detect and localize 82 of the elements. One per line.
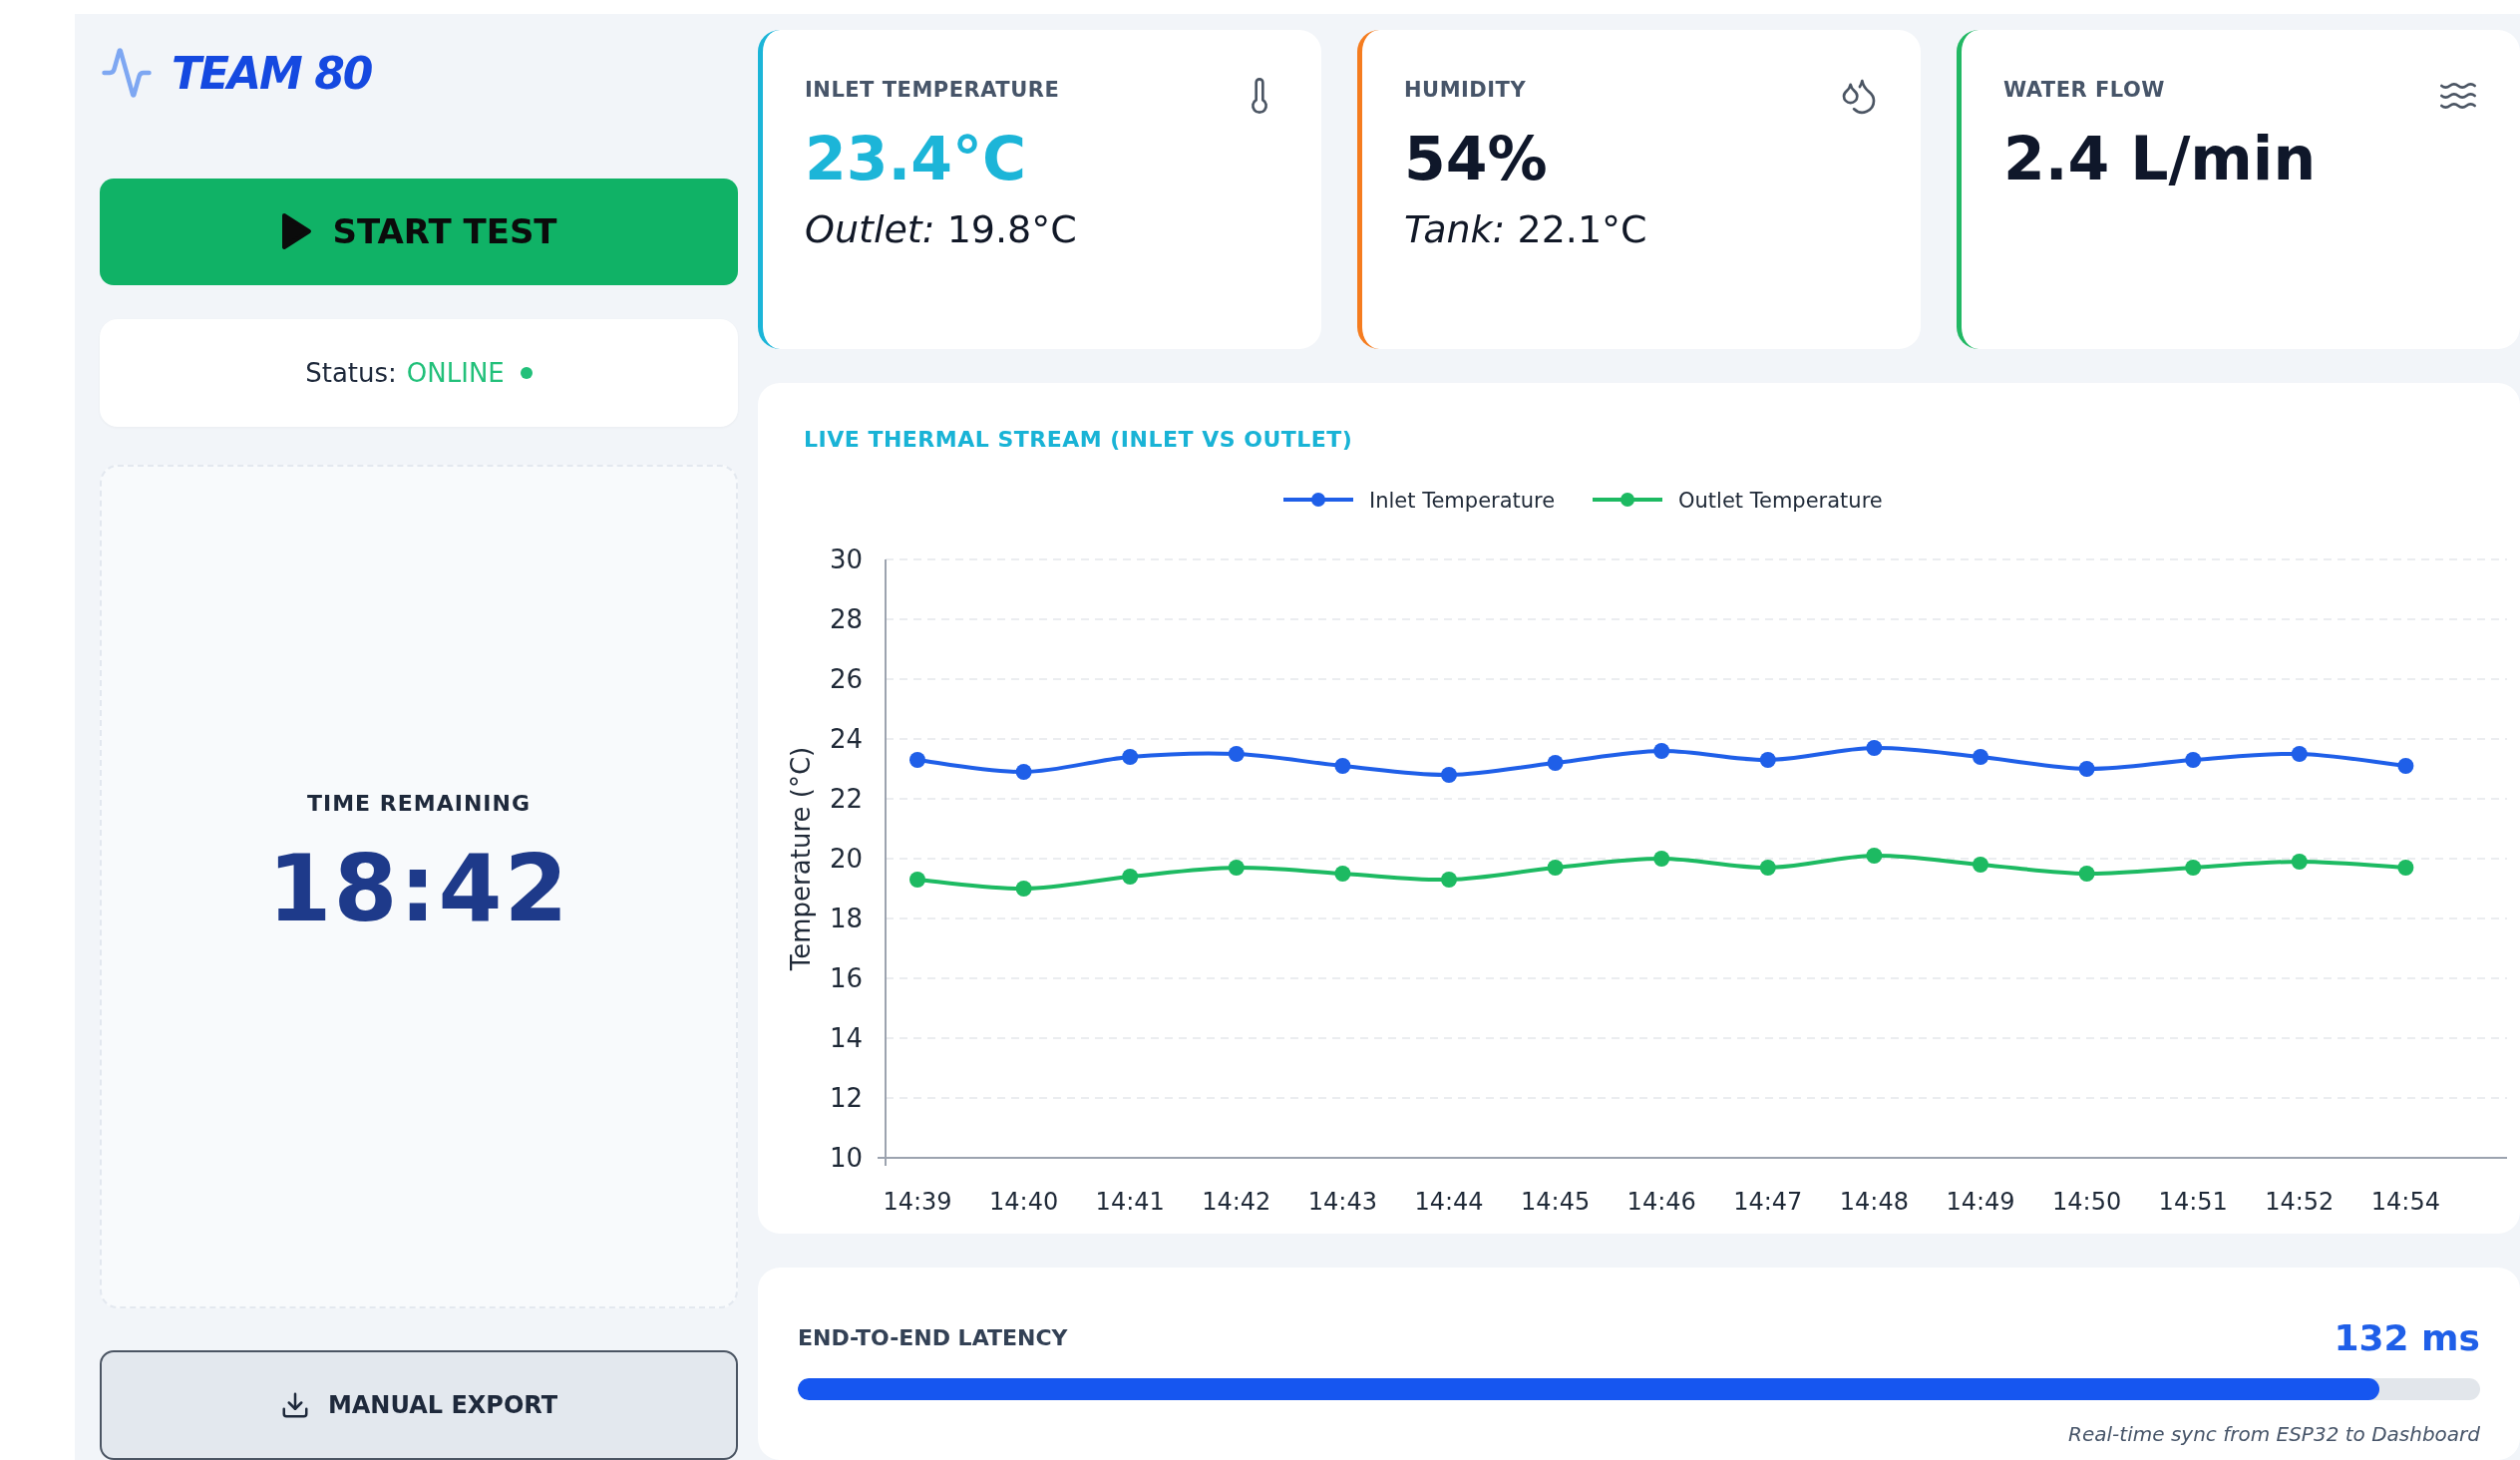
data-point [909, 872, 925, 888]
data-point [1015, 764, 1032, 780]
latency-note: Real-time sync from ESP32 to Dashboard [2068, 1422, 2480, 1446]
y-tick-label: 24 [829, 724, 863, 754]
data-point [1334, 866, 1351, 882]
timer-label: TIME REMAINING [307, 791, 531, 816]
data-point [1866, 740, 1883, 756]
y-axis-title: Temperature (°C) [786, 746, 816, 971]
data-point [2397, 860, 2414, 876]
x-tick-label: 14:48 [1839, 1188, 1909, 1214]
metric-title: WATER FLOW [2003, 78, 2165, 102]
y-tick-label: 22 [829, 784, 863, 814]
y-tick-label: 26 [829, 664, 863, 694]
y-tick-label: 14 [829, 1023, 863, 1053]
metric-subvalue: Tank: 22.1°C [1404, 207, 1648, 251]
y-tick-label: 12 [829, 1083, 863, 1113]
metric-value: 54% [1404, 124, 1549, 193]
latency-label: END-TO-END LATENCY [798, 1325, 1068, 1350]
data-point [1653, 743, 1670, 759]
data-point [2078, 761, 2095, 777]
data-point [2397, 758, 2414, 774]
metric-value: 23.4°C [805, 124, 1028, 193]
x-tick-label: 14:45 [1521, 1188, 1591, 1214]
data-point [1547, 755, 1564, 771]
data-point [2291, 746, 2308, 762]
x-tick-label: 14:47 [1733, 1188, 1803, 1214]
x-tick-label: 14:44 [1414, 1188, 1484, 1214]
data-point [1228, 860, 1245, 876]
data-point [1973, 857, 1988, 873]
x-tick-label: 14:49 [1946, 1188, 2015, 1214]
brand-name: TEAM 80 [172, 47, 372, 99]
metric-value: 2.4 L/min [2003, 124, 2318, 193]
x-tick-label: 14:52 [2265, 1188, 2335, 1214]
pulse-icon [100, 46, 154, 101]
x-tick-label: 14:51 [2158, 1188, 2228, 1214]
data-point [909, 752, 925, 768]
metric-subvalue: Outlet: 19.8°C [805, 207, 1078, 251]
legend-label: Inlet Temperature [1369, 489, 1556, 513]
data-point [1122, 749, 1139, 765]
status-label: Status: [305, 357, 397, 388]
data-point [2185, 860, 2202, 876]
data-point [1653, 851, 1670, 867]
data-point [1441, 872, 1457, 888]
x-tick-label: 14:54 [2370, 1188, 2440, 1214]
x-tick-label: 14:50 [2052, 1188, 2122, 1214]
manual-export-button[interactable]: MANUAL EXPORT [100, 1350, 738, 1460]
metric-title: HUMIDITY [1404, 78, 1527, 102]
x-tick-label: 14:41 [1095, 1188, 1165, 1214]
data-point [1973, 749, 1988, 765]
data-point [2291, 854, 2308, 870]
data-point [1759, 752, 1776, 768]
y-tick-label: 16 [829, 963, 863, 993]
data-point [1441, 767, 1457, 783]
data-point [1228, 746, 1245, 762]
chart-title: LIVE THERMAL STREAM (INLET VS OUTLET) [804, 427, 1354, 452]
y-tick-label: 20 [829, 844, 863, 874]
data-point [1759, 860, 1776, 876]
legend-label: Outlet Temperature [1678, 489, 1883, 513]
data-point [2078, 866, 2095, 882]
data-point [2185, 752, 2202, 768]
legend-marker [1593, 493, 1662, 507]
y-tick-label: 30 [829, 545, 863, 574]
data-point [1122, 869, 1139, 885]
data-point [1015, 881, 1032, 897]
y-tick-label: 18 [829, 904, 863, 933]
y-tick-label: 10 [829, 1143, 863, 1173]
data-point [1866, 848, 1883, 864]
play-icon [280, 212, 313, 251]
x-tick-label: 14:46 [1626, 1188, 1696, 1214]
metric-title: INLET TEMPERATURE [805, 78, 1060, 102]
start-test-button[interactable]: START TEST [100, 178, 738, 286]
x-tick-label: 14:43 [1307, 1188, 1377, 1214]
data-point [1547, 860, 1564, 876]
x-tick-label: 14:42 [1202, 1188, 1271, 1214]
latency-value: 132 ms [2334, 1317, 2480, 1358]
y-tick-label: 28 [829, 604, 863, 634]
legend-marker [1283, 493, 1353, 507]
x-tick-label: 14:40 [989, 1188, 1059, 1214]
timer-value: 18:42 [267, 836, 570, 942]
x-tick-label: 14:39 [883, 1188, 952, 1214]
status-value: ONLINE [406, 357, 505, 388]
data-point [1334, 758, 1351, 774]
